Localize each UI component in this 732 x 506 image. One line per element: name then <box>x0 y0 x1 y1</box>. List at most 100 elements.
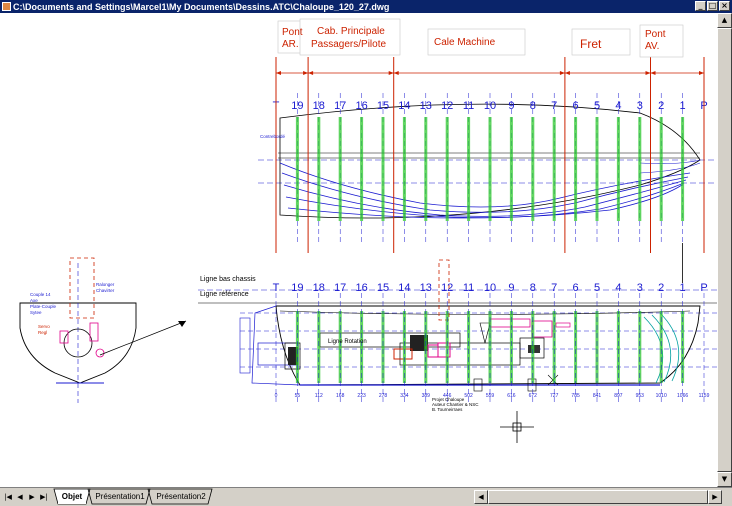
dimension-label: 1066 <box>677 393 688 399</box>
tab-objet[interactable]: Objet <box>58 490 86 504</box>
autocad-app-icon <box>2 2 11 11</box>
profile-station-label: 14 <box>398 282 410 294</box>
section-note-8: Chavirter <box>96 288 115 293</box>
profile-station-label: T <box>273 282 280 294</box>
profile-station-label: 13 <box>420 282 432 294</box>
section-note-4: Sytee <box>30 310 42 315</box>
dimension-label: 223 <box>357 393 366 399</box>
dimension-label: 278 <box>379 393 388 399</box>
plan-station-label: 12 <box>441 100 453 112</box>
plan-station-label: 11 <box>463 100 474 112</box>
plan-station-label: 14 <box>398 100 410 112</box>
vertical-scroll-thumb[interactable] <box>717 28 732 472</box>
zone-pont-ar-line1: Pont <box>282 27 303 38</box>
profile-station-label: 4 <box>615 282 621 294</box>
plan-station-band <box>424 117 428 221</box>
last-tab-button[interactable]: ▶| <box>39 491 49 503</box>
profile-station-label: 10 <box>484 282 496 294</box>
drawing-canvas[interactable]: TT01919551818112171716816162231515278141… <box>0 13 717 487</box>
plan-station-label: 6 <box>573 100 579 112</box>
plan-station-band <box>509 117 513 221</box>
scroll-down-button[interactable]: ▼ <box>717 472 732 487</box>
first-tab-button[interactable]: |◀ <box>3 491 13 503</box>
plan-station-band <box>402 117 406 221</box>
dimension-label: 168 <box>336 393 345 399</box>
scroll-left-button[interactable]: ◀ <box>474 490 488 504</box>
profile-station-label: 9 <box>508 282 514 294</box>
label-ligne-rotation: Ligne Rotation <box>328 339 367 345</box>
plan-station-band <box>659 117 663 221</box>
plan-station-label: 5 <box>594 100 600 112</box>
scroll-right-button[interactable]: ▶ <box>708 490 722 504</box>
plan-station-label: 16 <box>355 100 367 112</box>
plan-station-band <box>360 117 364 221</box>
profile-station-label: 7 <box>551 282 557 294</box>
plan-station-band <box>445 117 449 221</box>
plan-station-label: 9 <box>508 100 514 112</box>
plan-station-band <box>574 117 578 221</box>
dimension-label: 953 <box>636 393 645 399</box>
plan-station-label: 13 <box>420 100 432 112</box>
dimension-label: 334 <box>400 393 409 399</box>
zone-pont-av-line2: AV. <box>645 41 659 52</box>
profile-station-label: 19 <box>291 282 303 294</box>
plan-station-band <box>616 117 620 221</box>
title-bar: C:\Documents and Settings\Marcel1\My Doc… <box>0 0 732 13</box>
dimension-label: 55 <box>295 393 301 399</box>
dimension-label: 897 <box>614 393 623 399</box>
section-note-7: Ralonger <box>96 282 115 287</box>
dimension-label: 559 <box>486 393 495 399</box>
horizontal-scrollbar[interactable]: ◀ ▶ <box>474 490 722 504</box>
profile-station-label: 5 <box>594 282 600 294</box>
window-title: C:\Documents and Settings\Marcel1\My Doc… <box>13 1 390 12</box>
plan-view-hull <box>258 103 717 219</box>
scroll-up-button[interactable]: ▲ <box>717 13 732 28</box>
plan-station-label: 18 <box>313 100 325 112</box>
dimension-label: 616 <box>507 393 516 399</box>
minimize-button[interactable]: _ <box>695 1 706 11</box>
zone-fret: Fret <box>580 37 602 51</box>
zone-cab-line2: Passagers/Pilote <box>311 39 386 50</box>
plan-station-band <box>531 117 535 221</box>
profile-station-label: 12 <box>441 282 453 294</box>
dimension-label: 112 <box>315 393 323 399</box>
plan-station-band <box>681 117 685 221</box>
plan-station-label: 8 <box>530 100 536 112</box>
section-note-1: Couple 14 <box>30 292 51 297</box>
plan-station-label: 10 <box>484 100 496 112</box>
prev-tab-button[interactable]: ◀ <box>15 491 25 503</box>
zone-pont-ar-line2: AR. <box>282 39 299 50</box>
maximize-button[interactable]: □ <box>707 1 718 11</box>
plan-station-label: 15 <box>377 100 389 112</box>
dimension-label: 389 <box>422 393 431 399</box>
plan-station-band <box>552 117 556 221</box>
profile-station-label: 15 <box>377 282 389 294</box>
tab-presentation1[interactable]: Présentation1 <box>90 490 150 504</box>
crosshair-cursor <box>500 411 534 443</box>
zone-cab-line1: Cab. Principale <box>317 26 385 37</box>
dimension-label: 1159 <box>699 393 710 399</box>
plan-station-label: 1 <box>680 100 686 112</box>
close-button[interactable]: × <box>719 1 730 11</box>
plan-station-label: 19 <box>291 100 303 112</box>
section-note-6: Regl <box>38 330 47 335</box>
horizontal-scroll-thumb[interactable] <box>488 490 708 504</box>
projet-line-3: B. Tourneirraes <box>432 407 463 412</box>
profile-station-label: 1 <box>680 282 686 294</box>
generated-marks: TT01919551818112171716816162231515278141… <box>273 57 710 403</box>
label-contreborde: Contrebordé <box>260 134 286 139</box>
section-note-5: Servo <box>38 324 50 329</box>
dimension-label: 502 <box>464 393 473 399</box>
profile-station-label: 17 <box>334 282 346 294</box>
dimension-label: 0 <box>275 393 278 399</box>
profile-station-label: 3 <box>637 282 643 294</box>
vertical-scrollbar[interactable]: ▲ ▼ <box>717 13 732 487</box>
plan-station-band <box>381 117 385 221</box>
section-note-2: Axe <box>30 298 38 303</box>
profile-station-label: 16 <box>355 282 367 294</box>
plan-station-band <box>338 117 342 221</box>
plan-station-label: 7 <box>551 100 557 112</box>
tab-presentation2[interactable]: Présentation2 <box>150 490 212 504</box>
drawing-svg[interactable]: TT01919551818112171716816162231515278141… <box>0 13 717 487</box>
next-tab-button[interactable]: ▶ <box>27 491 37 503</box>
